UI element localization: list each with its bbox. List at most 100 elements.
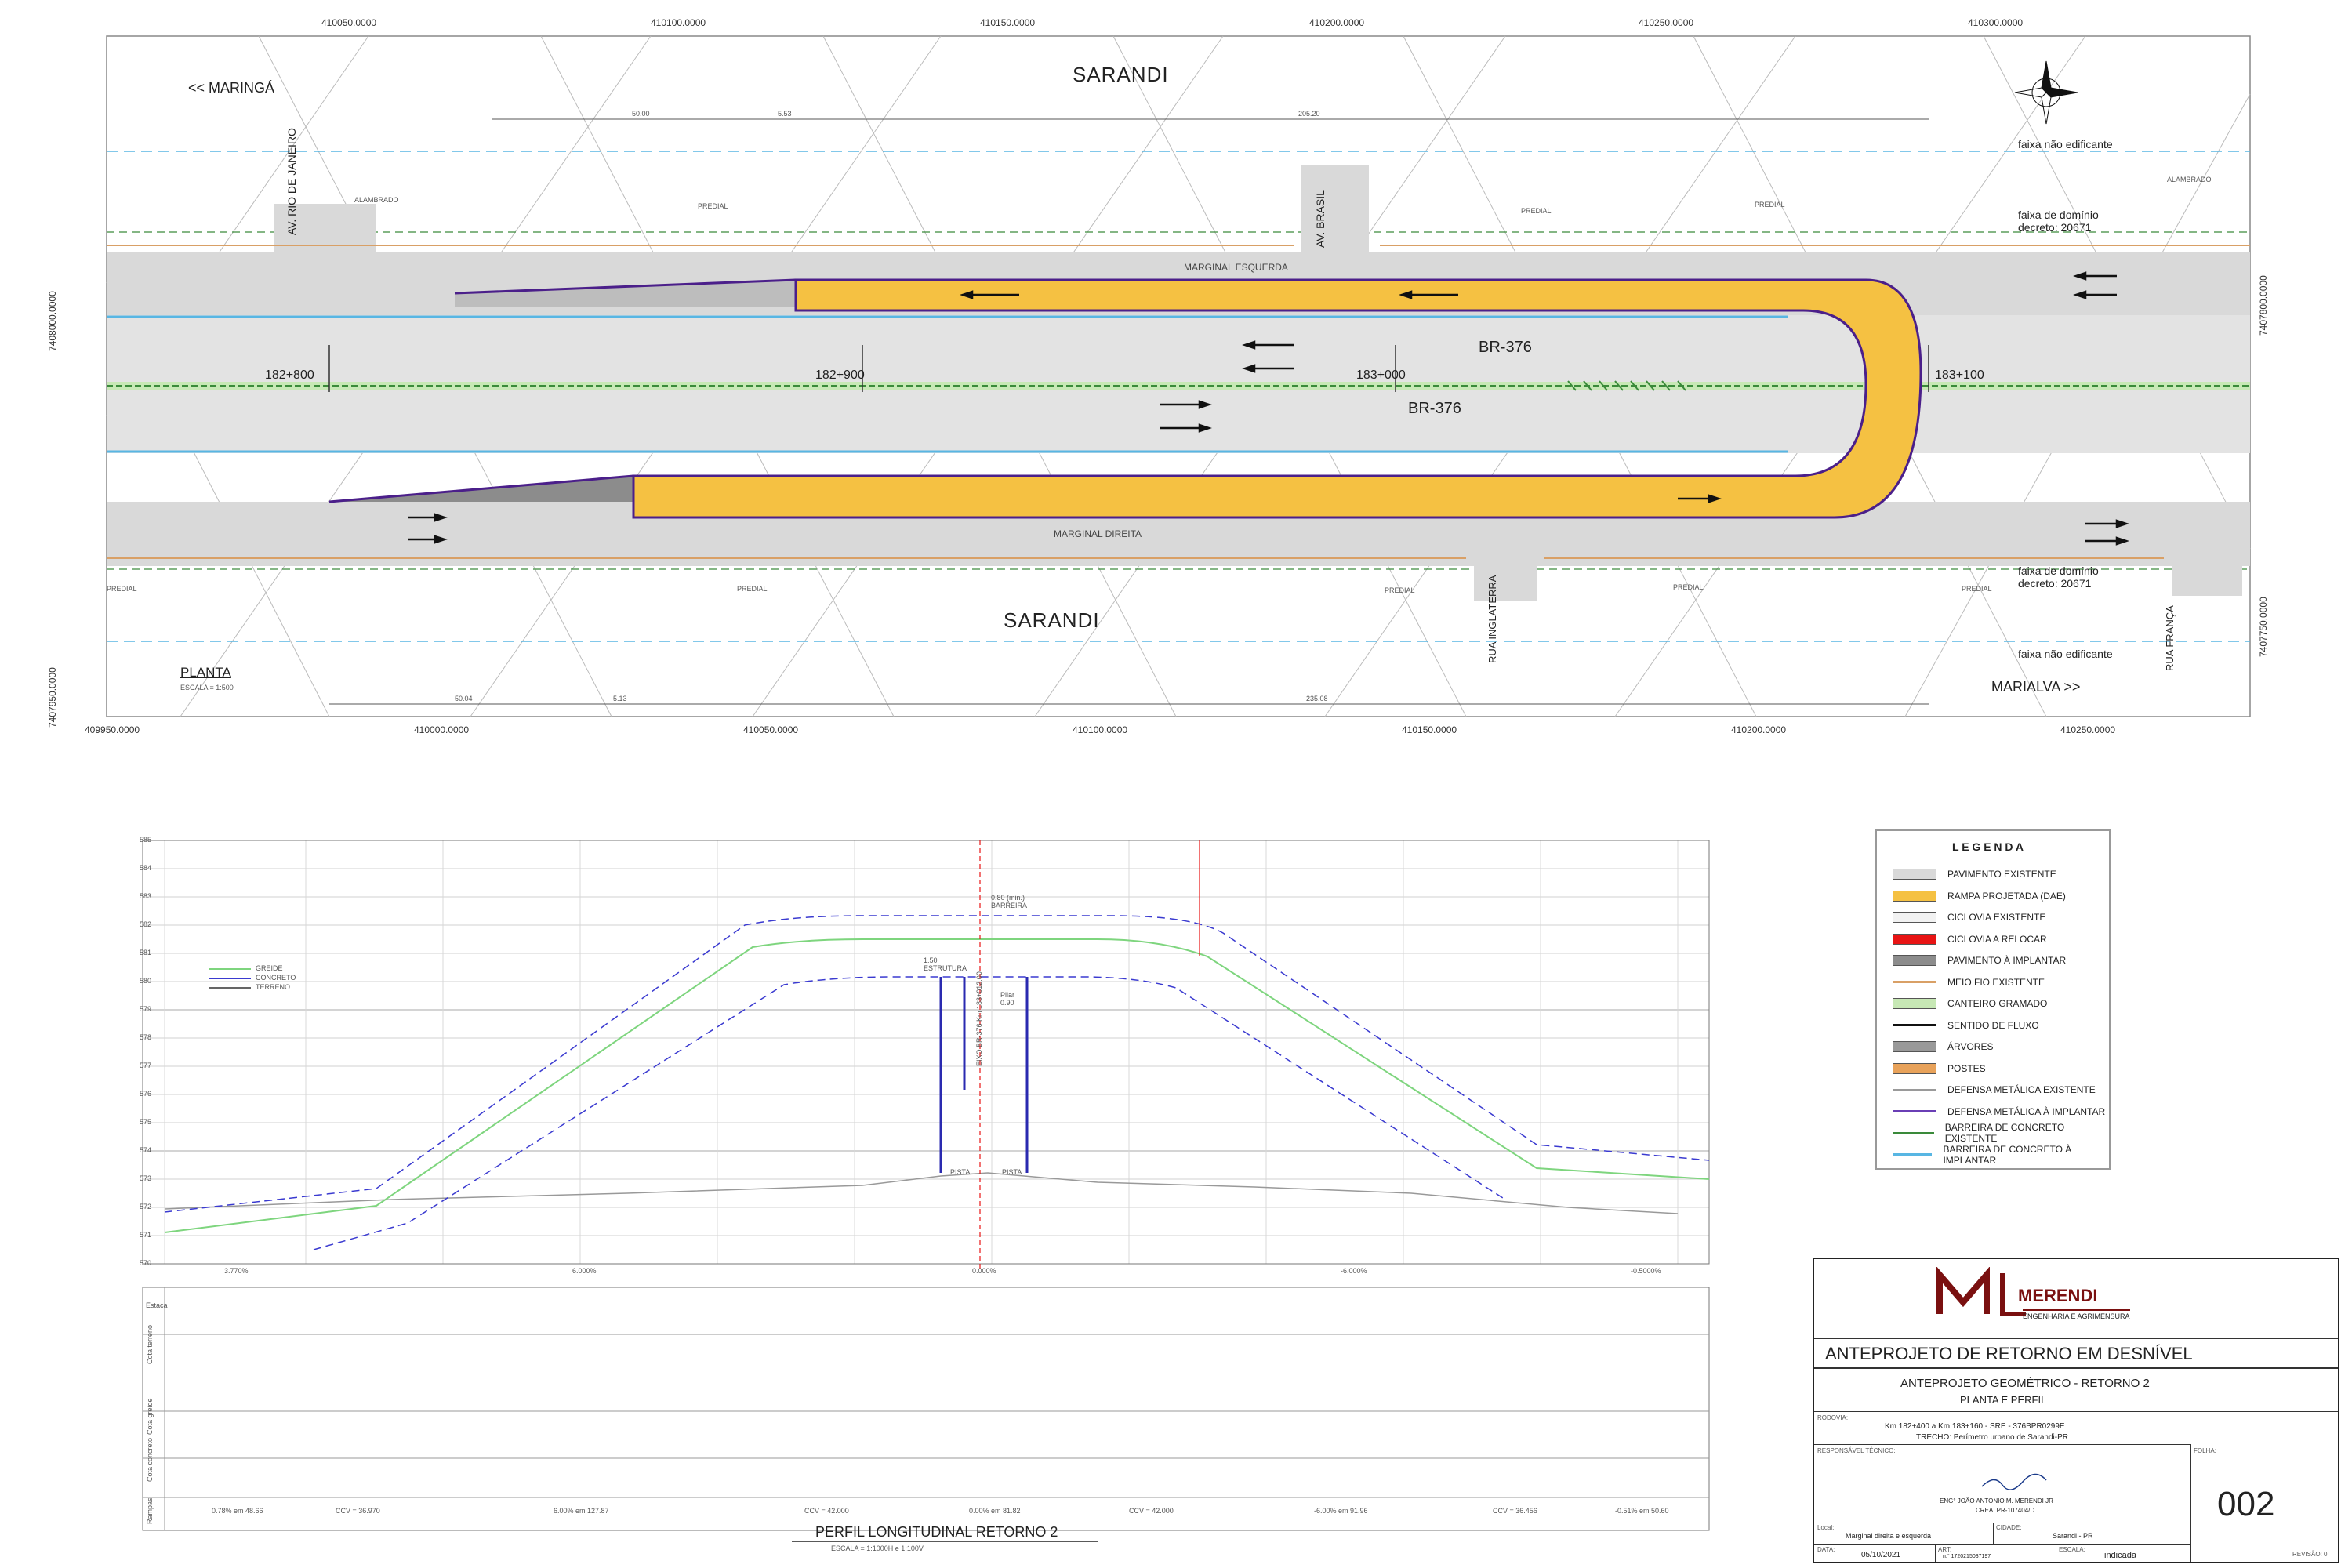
dim-3: 205.20 [1298, 110, 1320, 118]
slope-3: 0.000% [972, 1267, 996, 1275]
title-block: MERENDI ENGENHARIA E AGRIMENSURA ANTEPRO… [1813, 1258, 2339, 1563]
right-coord-2: 7407750.0000 [2258, 597, 2269, 657]
alambrado-right: ALAMBRADO [2167, 176, 2212, 183]
predial-5: PREDIAL [737, 585, 768, 593]
row-cota-greide: Cota greide [146, 1398, 154, 1435]
legend-item: POSTES [1893, 1060, 1986, 1077]
direction-left: << MARINGÁ [188, 80, 275, 96]
dim-2: 5.53 [778, 110, 792, 118]
folha-label: FOLHA: [2194, 1447, 2216, 1454]
note-pista-2: PISTA [1002, 1168, 1022, 1176]
right-coord-1: 7407800.0000 [2258, 275, 2269, 336]
local-label: Local: [1817, 1524, 1835, 1531]
legend-swatch [1893, 981, 1936, 983]
slope-1: 3.770% [224, 1267, 249, 1275]
plan-title: PLANTA [180, 665, 231, 680]
faixa-dominio-bottom: faixa de domínio decreto: 20671 [2018, 564, 2099, 590]
predial-7: PREDIAL [1673, 583, 1704, 591]
cidade-label: CIDADE: [1996, 1524, 2022, 1531]
station-1: 182+800 [265, 368, 314, 382]
legend-swatch [1893, 1024, 1936, 1026]
left-coord-2: 7407950.0000 [47, 667, 58, 728]
top-coord-4: 410200.0000 [1309, 17, 1365, 28]
y-label-571: 571 [140, 1231, 152, 1239]
highway-label-bottom: BR-376 [1408, 400, 1461, 417]
legend-item: CICLOVIA EXISTENTE [1893, 909, 2045, 926]
alambrado-left: ALAMBRADO [354, 196, 399, 204]
ramp-label-4: CCV = 42.000 [804, 1507, 849, 1515]
predial-6: PREDIAL [1385, 586, 1415, 594]
legend-panel: L E G E N D A PAVIMENTO EXISTENTE RAMPA P… [1875, 829, 2111, 1170]
row-rampas: Rampas [146, 1497, 154, 1524]
y-label-570: 570 [140, 1259, 152, 1267]
highway-label-top: BR-376 [1479, 339, 1532, 356]
series-terreno: TERRENO [256, 983, 291, 991]
company-name: MERENDI [2018, 1286, 2098, 1305]
legend-item: PAVIMENTO EXISTENTE [1893, 866, 2056, 883]
ramp-label-1: 0.78% em 48.66 [212, 1507, 263, 1515]
y-label-575: 575 [140, 1118, 152, 1126]
city-label-bottom: SARANDI [1004, 608, 1100, 632]
legend-swatch [1893, 1088, 1936, 1091]
rodovia-value: Km 182+400 a Km 183+160 - SRE - 376BPR02… [1885, 1422, 2065, 1431]
art-value: n.° 1720215037197 [1943, 1554, 1991, 1559]
ramp-label-5: 0.00% em 81.82 [969, 1507, 1021, 1515]
legend-swatch [1893, 890, 1936, 902]
station-2: 182+900 [815, 368, 865, 382]
legend-swatch [1893, 1041, 1936, 1052]
marginal-direita-label: MARGINAL DIREITA [1054, 528, 1142, 539]
direction-right: MARIALVA >> [1991, 679, 2081, 695]
y-label-579: 579 [140, 1005, 152, 1013]
row-cota-concreto: Cota concreto [146, 1437, 154, 1482]
legend-item: DEFENSA METÁLICA EXISTENTE [1893, 1081, 2096, 1098]
top-coord-5: 410250.0000 [1639, 17, 1694, 28]
sheet-title-1: ANTEPROJETO GEOMÉTRICO - RETORNO 2 [1900, 1377, 2150, 1390]
city-label-top: SARANDI [1073, 63, 1169, 86]
faixa-nao-edificante-bottom: faixa não edificante [2018, 648, 2113, 660]
dim-4: 50.04 [455, 695, 473, 702]
legend-item: BARREIRA DE CONCRETO EXISTENTE [1893, 1122, 2109, 1144]
bottom-coord-7: 410250.0000 [2060, 724, 2116, 735]
legend-item: BARREIRA DE CONCRETO À IMPLANTAR [1893, 1144, 2109, 1166]
legend-label: ÁRVORES [1947, 1041, 1994, 1052]
legend-swatch [1893, 1153, 1933, 1156]
dim-5: 5.13 [613, 695, 627, 702]
cidade-value: Sarandi - PR [2053, 1532, 2093, 1540]
signature [1981, 1473, 2047, 1490]
dim-1: 50.00 [632, 110, 650, 118]
data-value: 05/10/2021 [1861, 1551, 1901, 1559]
folha-value: 002 [2217, 1485, 2275, 1523]
project-title: ANTEPROJETO DE RETORNO EM DESNÍVEL [1825, 1344, 2193, 1363]
escala-value: indicada [2104, 1551, 2136, 1560]
bottom-coord-6: 410200.0000 [1731, 724, 1787, 735]
legend-item: DEFENSA METÁLICA À IMPLANTAR [1893, 1103, 2105, 1120]
ramp-label-7: -6.00% em 91.96 [1314, 1507, 1368, 1515]
dim-6: 235.08 [1306, 695, 1328, 702]
y-label-573: 573 [140, 1174, 152, 1182]
legend-swatch [1893, 998, 1936, 1009]
y-label-574: 574 [140, 1146, 152, 1154]
legend-label: PAVIMENTO EXISTENTE [1947, 869, 2056, 880]
top-coord-2: 410100.0000 [651, 17, 706, 28]
top-coord-6: 410300.0000 [1968, 17, 2024, 28]
local-value: Marginal direita e esquerda [1846, 1532, 1932, 1540]
station-3: 183+000 [1356, 368, 1406, 382]
legend-item: SENTIDO DE FLUXO [1893, 1017, 2039, 1034]
legend-item: MEIO FIO EXISTENTE [1893, 974, 2045, 991]
street-inglaterra: RUA INGLATERRA [1486, 575, 1498, 663]
plan-view: 410050.0000 410100.0000 410150.0000 4102… [0, 0, 2352, 753]
slope-2: 6.000% [572, 1267, 597, 1275]
legend-label: MEIO FIO EXISTENTE [1947, 976, 2045, 988]
legend-title: L E G E N D A [1952, 840, 2024, 853]
street-rio-de-janeiro: AV. RIO DE JANEIRO [285, 128, 298, 235]
y-label-584: 584 [140, 864, 152, 872]
predial-4: PREDIAL [107, 585, 137, 593]
y-label-572: 572 [140, 1203, 152, 1210]
trecho-value: TRECHO: Perímetro urbano de Sarandi-PR [1916, 1433, 2068, 1442]
ramp-label-3: 6.00% em 127.87 [554, 1507, 609, 1515]
row-estaca: Estaca [146, 1301, 168, 1309]
note-barreira: 0.80 (min.) BARREIRA [991, 894, 1028, 909]
y-label-576: 576 [140, 1090, 152, 1098]
legend-label: DEFENSA METÁLICA À IMPLANTAR [1947, 1105, 2106, 1117]
note-eixo: EIXO BR-376 Km 183+012.00 [975, 971, 983, 1066]
